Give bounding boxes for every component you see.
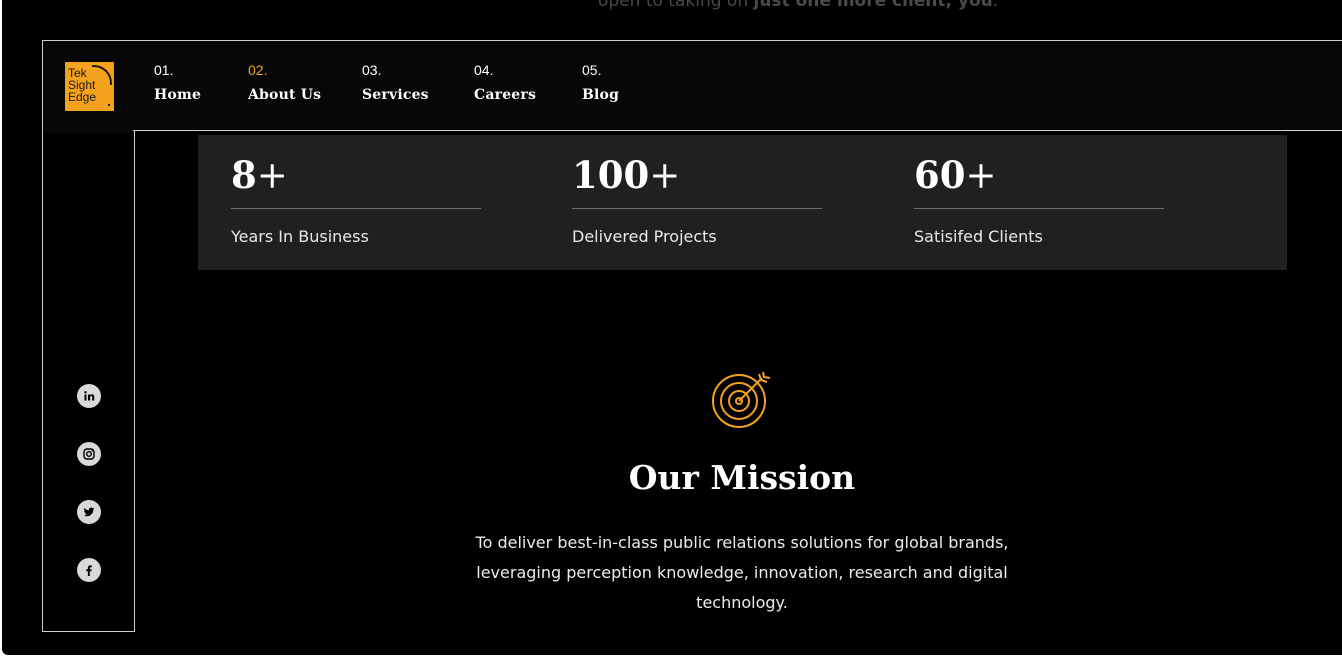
stat-label: Delivered Projects [572, 227, 717, 246]
nav-item-careers[interactable]: 04. Careers [474, 62, 536, 103]
stat-years: 8+ Years In Business [231, 153, 481, 246]
scrolled-text-fragment: open to taking on just one more client, … [598, 0, 998, 11]
stat-suffix: + [256, 154, 288, 197]
twitter-icon[interactable] [77, 500, 101, 524]
stat-clients: 60+ Satisifed Clients [914, 153, 1164, 246]
linkedin-icon[interactable] [77, 384, 101, 408]
nav-item-about-us[interactable]: 02. About Us [248, 62, 321, 103]
mission-title: Our Mission [628, 458, 856, 497]
nav-number: 04. [474, 62, 494, 78]
nav-item-blog[interactable]: 05. Blog [582, 62, 619, 103]
mission-text: To deliver best-in-class public relation… [475, 533, 1009, 612]
stat-divider [231, 208, 481, 209]
nav-item-home[interactable]: 01. Home [154, 62, 201, 103]
stat-divider [914, 208, 1164, 209]
stat-divider [572, 208, 822, 209]
nav-label: Careers [474, 87, 537, 103]
stat-number: 8 [231, 153, 257, 197]
stats-panel: 8+ Years In Business 100+ Delivered Proj… [198, 135, 1287, 270]
left-sidebar: Tek Sight Edge [42, 40, 135, 632]
fragment-end: . [992, 0, 999, 11]
top-navigation: 01. Home 02. About Us 03. Services 04. C… [133, 40, 1342, 131]
brand-logo[interactable]: Tek Sight Edge [65, 62, 114, 111]
stat-value: 60+ [914, 153, 1164, 198]
nav-item-services[interactable]: 03. Services [362, 62, 429, 103]
stat-value: 8+ [231, 153, 481, 198]
nav-label: Blog [582, 87, 620, 103]
nav-number: 03. [362, 62, 382, 78]
stat-number: 60 [914, 153, 966, 197]
stat-label: Years In Business [231, 227, 369, 246]
facebook-icon[interactable] [77, 558, 101, 582]
nav-number: 02. [248, 62, 268, 78]
stat-suffix: + [965, 154, 997, 197]
nav-number: 01. [154, 62, 174, 78]
nav-number: 05. [582, 62, 602, 78]
nav-label: About Us [248, 87, 322, 103]
stat-label: Satisifed Clients [914, 227, 1043, 246]
logo-line: Edge [68, 90, 97, 104]
logo-cell: Tek Sight Edge [43, 41, 134, 133]
fragment-text: open to taking on [598, 0, 754, 11]
stat-suffix: + [649, 154, 681, 197]
page-frame: open to taking on just one more client, … [2, 0, 1342, 655]
stat-number: 100 [572, 153, 650, 197]
nav-label: Home [154, 87, 202, 103]
target-icon [712, 371, 771, 428]
nav-label: Services [362, 87, 429, 103]
stat-value: 100+ [572, 153, 822, 198]
logo-dot-icon [108, 104, 110, 106]
stat-projects: 100+ Delivered Projects [572, 153, 822, 246]
fragment-bold-text: just one more client, you [753, 0, 993, 11]
